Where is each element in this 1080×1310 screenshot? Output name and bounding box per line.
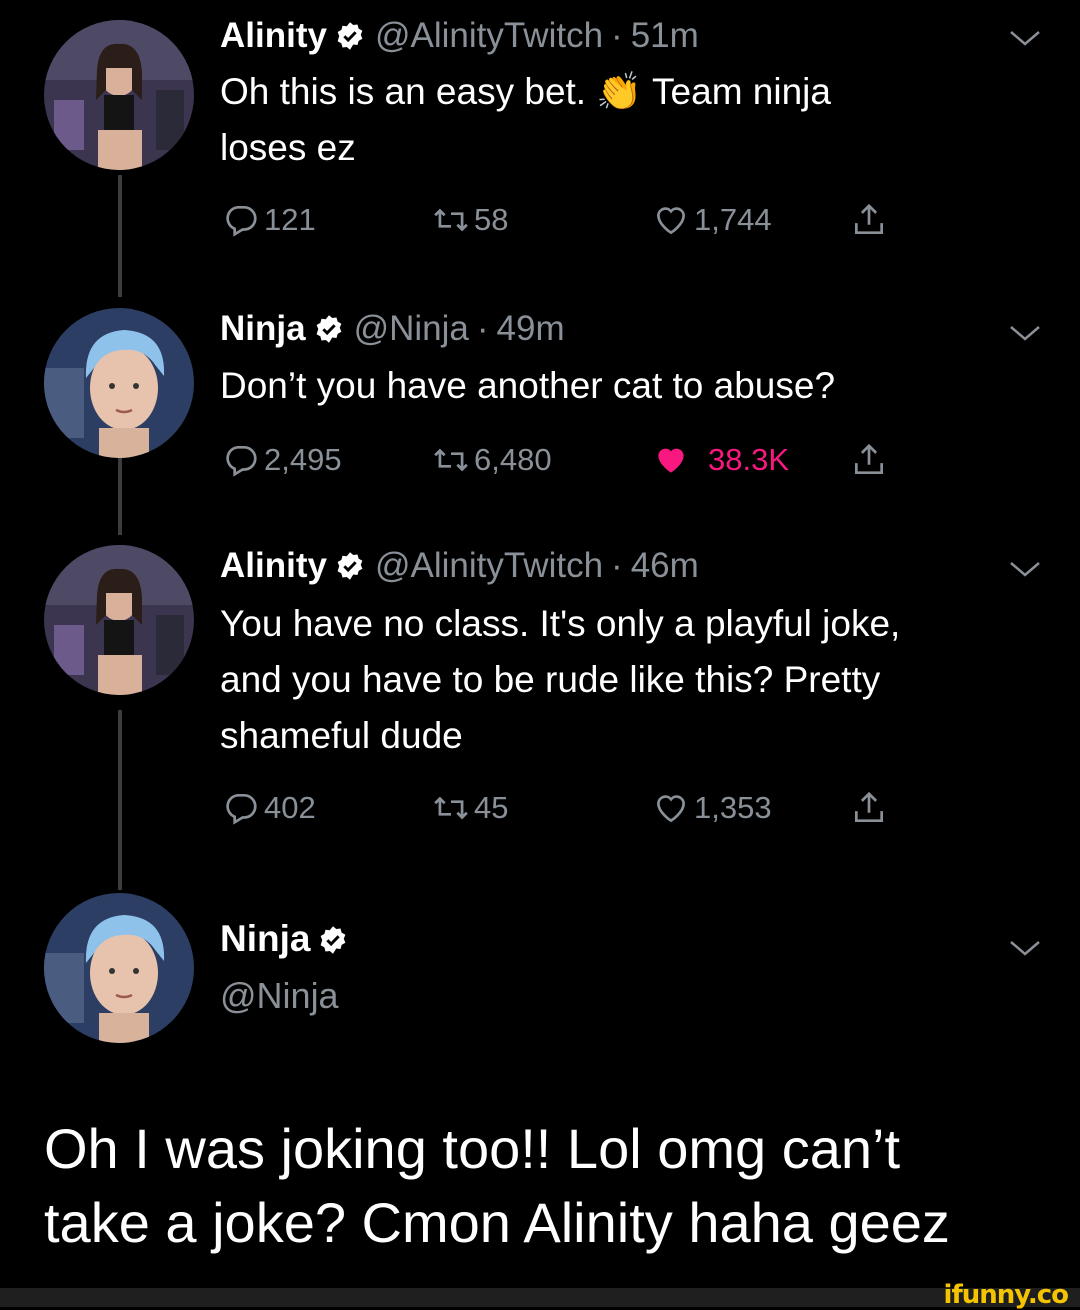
- display-name[interactable]: Alinity: [220, 16, 327, 55]
- like-count: 1,744: [694, 202, 772, 237]
- like-icon: [658, 448, 684, 473]
- handle[interactable]: @Ninja: [220, 975, 339, 1017]
- display-name[interactable]: Ninja: [220, 918, 310, 959]
- tweet-text: Oh this is an easy bet. 👏 Team ninja los…: [220, 64, 1040, 176]
- thread-line: [118, 710, 122, 890]
- tweet-text-line: Don’t you have another cat to abuse?: [220, 365, 836, 406]
- tweet-text-line: Oh I was joking too!! Lol omg can’t: [44, 1117, 900, 1180]
- thread-line: [118, 175, 122, 297]
- verified-icon: [321, 926, 346, 954]
- share-button[interactable]: [850, 786, 892, 830]
- retweet-button[interactable]: 45: [432, 786, 508, 830]
- avatar-alinity[interactable]: [44, 20, 194, 170]
- retweet-count: 6,480: [474, 442, 552, 477]
- like-icon: [656, 207, 686, 235]
- share-icon: [854, 443, 884, 475]
- retweet-button[interactable]: 6,480: [432, 438, 552, 482]
- share-button[interactable]: [850, 198, 892, 242]
- reply-button[interactable]: 121: [222, 198, 316, 242]
- reply-count: 121: [264, 202, 316, 237]
- reply-button[interactable]: 2,495: [222, 438, 342, 482]
- share-button[interactable]: [850, 438, 892, 482]
- reply-icon: [226, 205, 257, 237]
- retweet-count: 58: [474, 202, 509, 237]
- tweet-text-line: loses ez: [220, 127, 356, 168]
- like-count: 38.3K: [708, 442, 790, 477]
- reply-count: 2,495: [264, 442, 342, 477]
- reply-button[interactable]: 402: [222, 786, 316, 830]
- like-count: 1,353: [694, 790, 772, 825]
- like-button[interactable]: 38.3K: [652, 438, 789, 482]
- tweet-header: Alinity @AlinityTwitch · 46m: [220, 546, 699, 586]
- display-name[interactable]: Ninja: [220, 309, 306, 348]
- tweet-text-line: take a joke? Cmon Alinity haha geez: [44, 1191, 950, 1254]
- verified-icon: [337, 552, 363, 580]
- share-icon: [854, 791, 884, 823]
- retweet-icon: [434, 448, 468, 472]
- handle[interactable]: @Ninja: [354, 309, 469, 348]
- handle[interactable]: @AlinityTwitch: [375, 16, 603, 55]
- tweet-text-line: and you have to be rude like this? Prett…: [220, 659, 881, 700]
- separator: ·: [476, 309, 489, 348]
- chevron-down-icon[interactable]: [1005, 26, 1045, 50]
- retweet-icon: [434, 796, 468, 820]
- main-tweet-name: Ninja: [220, 918, 358, 960]
- reply-icon: [226, 793, 257, 825]
- like-button[interactable]: 1,353: [652, 786, 772, 830]
- tweet-text: Don’t you have another cat to abuse?: [220, 358, 1040, 414]
- retweet-count: 45: [474, 790, 509, 825]
- retweet-icon: [434, 208, 468, 232]
- avatar-alinity[interactable]: [44, 545, 194, 695]
- retweet-button[interactable]: 58: [432, 198, 508, 242]
- verified-icon: [337, 22, 363, 50]
- chevron-down-icon[interactable]: [1005, 557, 1045, 581]
- avatar-ninja[interactable]: [44, 308, 194, 458]
- timestamp[interactable]: 51m: [631, 16, 699, 55]
- display-name[interactable]: Alinity: [220, 546, 327, 585]
- chevron-down-icon[interactable]: [1005, 936, 1045, 960]
- timestamp[interactable]: 46m: [631, 546, 699, 585]
- tweet-text-line: You have no class. It's only a playful j…: [220, 603, 901, 644]
- tweet-header: Alinity @AlinityTwitch · 51m: [220, 16, 699, 56]
- tweet-text-line: shameful dude: [220, 715, 463, 756]
- share-icon: [854, 203, 884, 235]
- handle[interactable]: @AlinityTwitch: [375, 546, 603, 585]
- tweet-text: You have no class. It's only a playful j…: [220, 596, 1040, 764]
- watermark-logo: ifunny.co: [943, 1280, 1069, 1310]
- separator: ·: [611, 16, 623, 55]
- timestamp[interactable]: 49m: [497, 309, 565, 348]
- verified-icon: [316, 315, 341, 343]
- avatar-ninja[interactable]: [44, 893, 194, 1043]
- like-icon: [656, 795, 686, 823]
- tweet-text-line: Oh this is an easy bet. 👏 Team ninja: [220, 71, 831, 112]
- reply-count: 402: [264, 790, 316, 825]
- separator: ·: [611, 546, 623, 585]
- thread-line: [118, 455, 122, 535]
- reply-icon: [226, 445, 257, 477]
- footer-bar: [0, 1288, 1080, 1307]
- like-button[interactable]: 1,744: [652, 198, 772, 242]
- main-tweet-text: Oh I was joking too!! Lol omg can’t take…: [44, 1112, 1044, 1260]
- tweet-header: Ninja @Ninja · 49m: [220, 309, 565, 349]
- chevron-down-icon[interactable]: [1005, 321, 1045, 345]
